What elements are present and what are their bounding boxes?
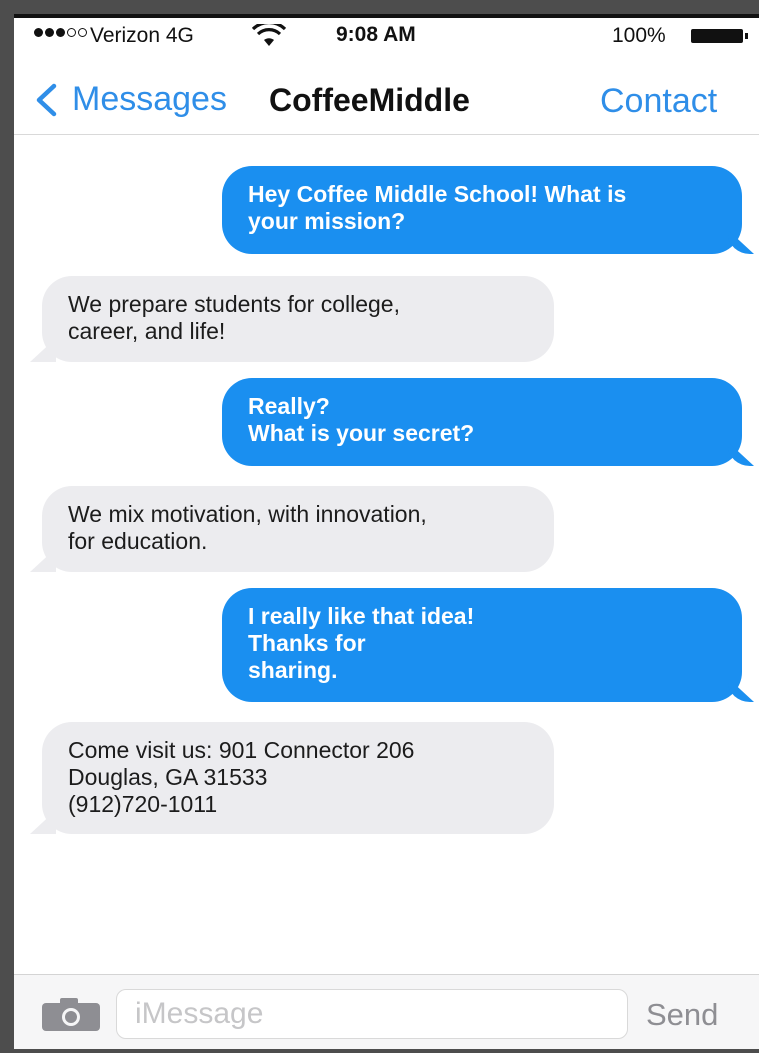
chevron-left-icon	[36, 83, 57, 116]
incoming-message[interactable]: We prepare students for college, career,…	[42, 276, 554, 362]
signal-dots-icon	[34, 28, 87, 37]
camera-icon[interactable]	[40, 997, 102, 1033]
phone-screen: Verizon 4G 9:08 AM 100% Messages CoffeeM…	[14, 14, 759, 1049]
signal-dot	[45, 28, 54, 37]
back-button[interactable]: Messages	[32, 80, 227, 119]
back-label: Messages	[72, 80, 227, 118]
incoming-message[interactable]: We mix motivation, with innovation, for …	[42, 486, 554, 572]
battery-percent: 100%	[612, 24, 666, 47]
clock-time: 9:08 AM	[336, 23, 416, 46]
status-bar: Verizon 4G 9:08 AM 100%	[14, 18, 759, 62]
signal-dot-empty	[67, 28, 76, 37]
incoming-message[interactable]: Come visit us: 901 Connector 206 Douglas…	[42, 722, 554, 834]
message-thread[interactable]: Hey Coffee Middle School! What is your m…	[14, 136, 759, 974]
phone-frame: Verizon 4G 9:08 AM 100% Messages CoffeeM…	[0, 0, 759, 1053]
outgoing-message[interactable]: I really like that idea! Thanks for shar…	[222, 588, 742, 702]
imessage-input[interactable]	[116, 989, 628, 1039]
contact-button[interactable]: Contact	[600, 82, 717, 121]
wifi-icon	[252, 24, 286, 46]
outgoing-message[interactable]: Hey Coffee Middle School! What is your m…	[222, 166, 742, 254]
signal-dot	[56, 28, 65, 37]
navigation-bar: Messages CoffeeMiddle Contact	[14, 62, 759, 135]
outgoing-message[interactable]: Really? What is your secret?	[222, 378, 742, 466]
carrier-label: Verizon 4G	[90, 24, 194, 47]
compose-bar: Send	[14, 974, 759, 1049]
battery-icon	[691, 29, 748, 43]
signal-dot	[34, 28, 43, 37]
signal-dot-empty	[78, 28, 87, 37]
conversation-title: CoffeeMiddle	[269, 82, 470, 118]
send-button[interactable]: Send	[646, 997, 718, 1033]
